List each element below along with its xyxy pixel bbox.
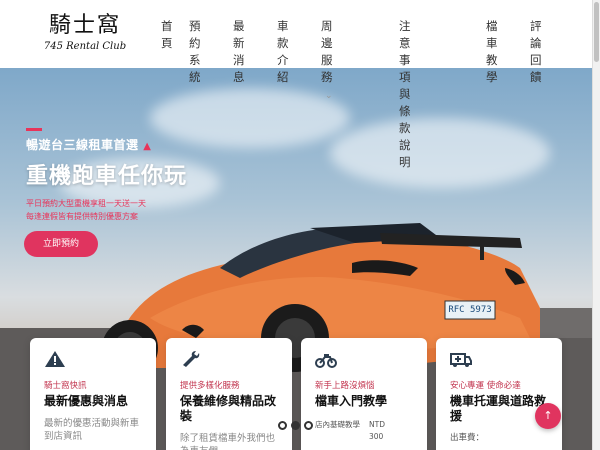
nav-models-label-1: 車款 <box>277 19 289 50</box>
nav-terms-label-1: 注意事項與 <box>399 19 411 101</box>
nav-home-label-1: 首 <box>161 19 173 33</box>
card-title: 保養維修與精品改裝 <box>180 394 277 423</box>
feature-card-news[interactable]: 騎士窩快訊 最新優惠與消息 最新的優惠活動與新車到店資訊 <box>30 338 156 450</box>
ambulance-icon <box>450 353 472 367</box>
nav-booking-label-1: 預約 <box>189 19 201 50</box>
price-unit: NTD <box>369 420 385 429</box>
page-scrollbar[interactable] <box>592 0 600 450</box>
nav-services-label: 周邊服務 <box>321 19 333 84</box>
card-title: 機車托運與道路救援 <box>450 394 547 423</box>
feature-card-rescue[interactable]: 安心專運 使命必達 機車托運與道路救援 出車費： <box>436 338 562 450</box>
card-title: 最新優惠與消息 <box>44 394 129 408</box>
license-plate: RFC 5973 <box>448 305 492 315</box>
nav-booking-label-2: 系統 <box>189 53 201 84</box>
mountain-icon: ▲ <box>143 141 152 152</box>
wrench-icon <box>183 351 200 367</box>
nav-news-label-2: 消息 <box>233 53 245 84</box>
price-label: 店內基礎教學 <box>315 420 360 429</box>
logo-subtitle: 745 Rental Club <box>43 41 127 52</box>
site-logo[interactable]: 騎士窩 745 Rental Club <box>30 14 140 54</box>
motorcycle-icon <box>315 354 337 368</box>
price-row: 店內基礎教學 NTD 300 <box>315 419 413 443</box>
nav-models-label-2: 介紹 <box>277 53 289 84</box>
nav-reviews[interactable]: 評論 回饋 <box>530 18 542 86</box>
nav-news-label-1: 最新 <box>233 19 245 50</box>
carousel-dot[interactable] <box>278 421 287 430</box>
card-text: 出車費： <box>450 433 485 443</box>
nav-home[interactable]: 首 頁 <box>161 18 173 52</box>
hero-title: 重機跑車任你玩 <box>26 164 188 189</box>
price-unit-value: NTD 300 <box>369 419 399 443</box>
carousel-dot[interactable] <box>304 421 313 430</box>
logo-title: 騎士窩 <box>48 13 121 38</box>
hero-description-1: 平日預約大型重機享租一天送一天 <box>26 199 146 208</box>
nav-tutorial[interactable]: 檔車 教學 <box>486 18 498 86</box>
card-text: 除了租賃檔車外我們也為車友們 <box>180 433 276 450</box>
price-value: 300 <box>369 432 384 441</box>
card-subtitle: 騎士窩快訊 <box>44 381 87 391</box>
feature-card-maintenance[interactable]: 提供多樣化服務 保養維修與精品改裝 除了租賃檔車外我們也為車友們 <box>166 338 292 450</box>
nav-tutorial-label-2: 教學 <box>486 53 498 84</box>
scrollbar-thumb[interactable] <box>594 2 599 62</box>
nav-models[interactable]: 車款 介紹 <box>277 18 289 86</box>
nav-terms-label-2: 條款說明 <box>399 104 411 169</box>
nav-reviews-label-2: 回饋 <box>530 53 542 84</box>
hero-kicker-text: 暢遊台三線租車首選 <box>26 138 139 152</box>
hero-accent-line <box>26 128 42 131</box>
carousel-indicators <box>278 421 313 430</box>
nav-home-label-2: 頁 <box>161 36 173 50</box>
nav-tutorial-label-1: 檔車 <box>486 19 498 50</box>
hero-description-2: 每逢連假皆有提供特別優惠方案 <box>26 212 138 221</box>
nav-news[interactable]: 最新 消息 <box>233 18 245 86</box>
nav-services[interactable]: 周邊服務 ⌄ <box>321 18 333 105</box>
nav-booking[interactable]: 預約 系統 <box>189 18 201 86</box>
nav-terms[interactable]: 注意事項與 條款說明 <box>399 18 411 171</box>
carousel-dot-active[interactable] <box>291 421 300 430</box>
card-subtitle: 安心專運 使命必達 <box>450 381 521 391</box>
back-to-top-button[interactable]: ↑ <box>535 403 561 429</box>
book-now-button[interactable]: 立即預約 <box>24 231 98 257</box>
card-subtitle: 新手上路沒煩惱 <box>315 381 375 391</box>
warning-icon <box>45 351 65 367</box>
card-title: 檔車入門教學 <box>315 394 388 408</box>
feature-card-tutorial[interactable]: 新手上路沒煩惱 檔車入門教學 店內基礎教學 NTD 300 <box>301 338 427 450</box>
nav-reviews-label-1: 評論 <box>530 19 542 50</box>
site-header: 騎士窩 745 Rental Club 首 頁 預約 系統 最新 消息 車款 介… <box>0 0 592 169</box>
hero-kicker: 暢遊台三線租車首選 ▲ <box>26 136 151 153</box>
card-text: 最新的優惠活動與新車到店資訊 <box>44 418 140 442</box>
card-subtitle: 提供多樣化服務 <box>180 381 240 391</box>
chevron-down-icon: ⌄ <box>325 91 333 101</box>
